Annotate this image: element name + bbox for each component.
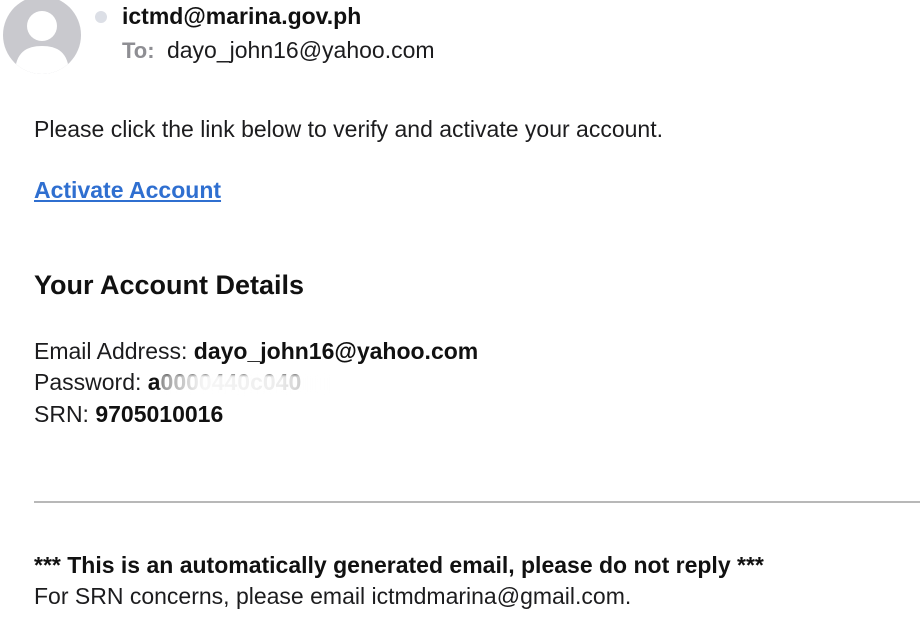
- password-value-wrapper: a0000440c040: [148, 367, 332, 397]
- divider: [34, 501, 920, 503]
- account-details-heading: Your Account Details: [34, 270, 305, 300]
- email-address-label: Email Address:: [34, 338, 194, 364]
- password-row: Password: a0000440c040: [34, 367, 332, 397]
- email-address-row: Email Address: dayo_john16@yahoo.com: [34, 336, 478, 366]
- unread-dot-icon: [95, 11, 107, 23]
- intro-text: Please click the link below to verify an…: [34, 116, 663, 142]
- auto-generated-notice: *** This is an automatically generated e…: [34, 552, 764, 578]
- srn-value: 9705010016: [95, 401, 224, 427]
- to-label: To:: [122, 38, 155, 63]
- password-label: Password:: [34, 369, 148, 395]
- recipient-address[interactable]: dayo_john16@yahoo.com: [167, 37, 435, 63]
- password-redaction: [159, 374, 332, 394]
- srn-label: SRN:: [34, 401, 96, 427]
- sender-address[interactable]: ictmd@marina.gov.ph: [122, 3, 361, 30]
- srn-row: SRN: 9705010016: [34, 399, 223, 429]
- email-header: ictmd@marina.gov.ph To: dayo_john16@yaho…: [0, 0, 920, 90]
- sender-avatar[interactable]: [3, 0, 81, 74]
- recipient-line: To: dayo_john16@yahoo.com: [122, 37, 435, 64]
- srn-concerns-text: For SRN concerns, please email ictmdmari…: [34, 583, 632, 609]
- email-address-value[interactable]: dayo_john16@yahoo.com: [194, 338, 478, 364]
- activate-account-link[interactable]: Activate Account: [34, 177, 221, 204]
- person-silhouette-icon: [15, 11, 69, 74]
